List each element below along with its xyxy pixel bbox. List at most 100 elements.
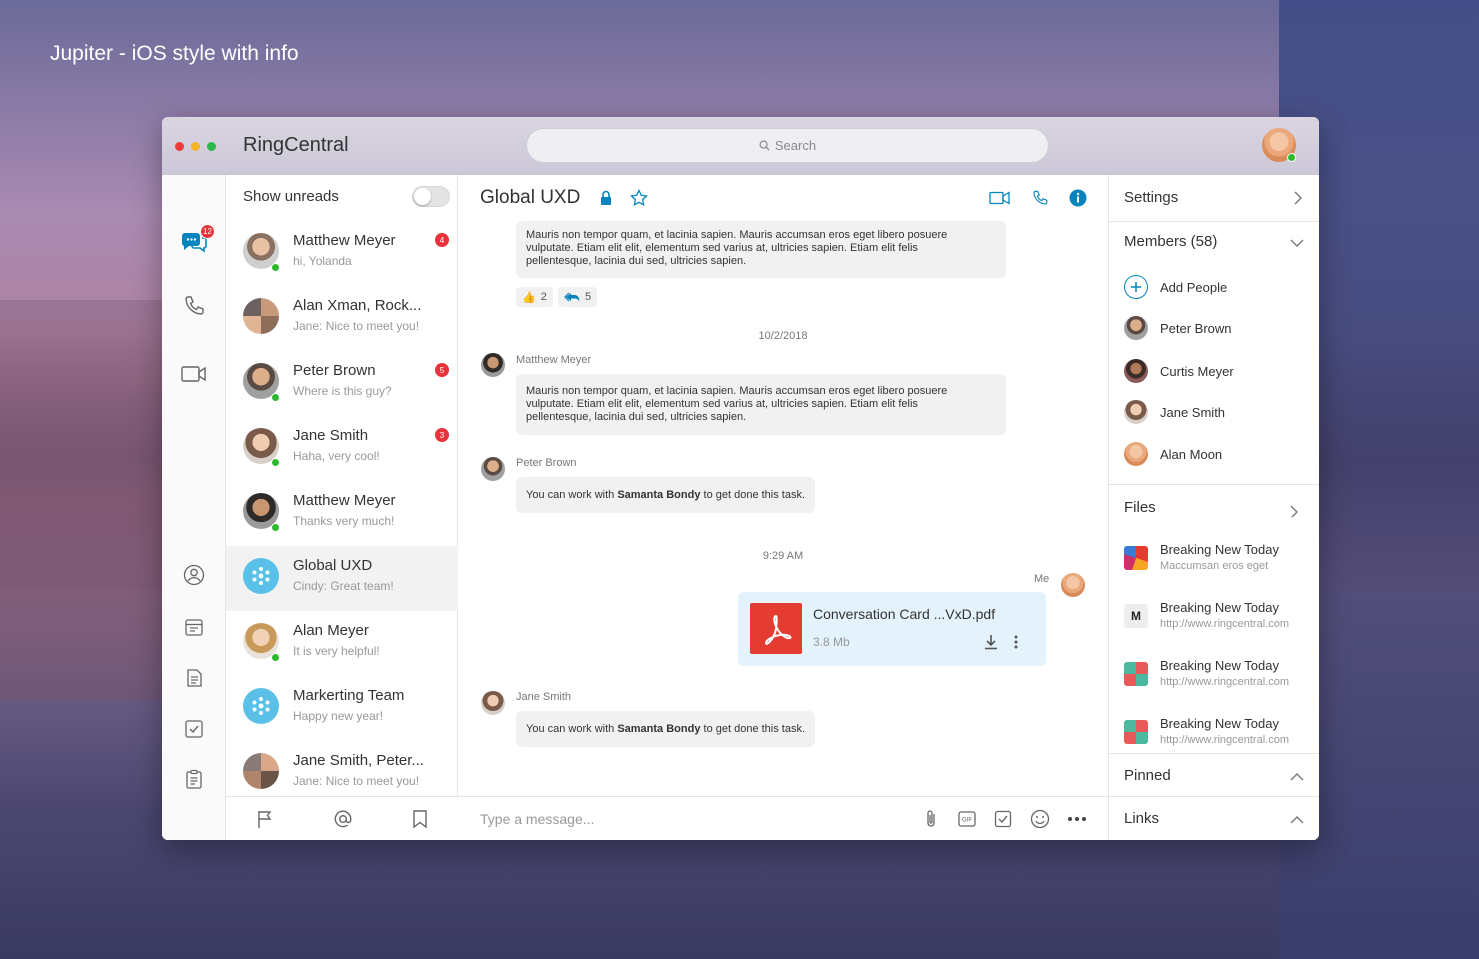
title-bar: RingCentral Search xyxy=(162,117,1319,175)
member-item[interactable]: Peter Brown xyxy=(1124,314,1314,342)
reply-all-icon xyxy=(564,292,580,302)
image-file-icon xyxy=(1124,546,1148,570)
chevron-down-icon[interactable] xyxy=(1289,501,1305,517)
conversation-list: Show unreads Matthew Meyer hi, Yolanda 4… xyxy=(226,175,458,840)
file-item[interactable]: Breaking New Today Maccumsan eros eget xyxy=(1124,540,1314,580)
conversation-name: Peter Brown xyxy=(293,362,376,379)
chevron-up-icon[interactable] xyxy=(1289,812,1305,828)
emoji-icon[interactable] xyxy=(1029,808,1051,830)
favorite-star-icon[interactable] xyxy=(627,187,651,209)
user-avatar[interactable] xyxy=(1262,128,1296,162)
sender-avatar xyxy=(481,353,505,377)
files-section-title[interactable]: Files xyxy=(1124,499,1156,516)
member-name: Jane Smith xyxy=(1160,405,1226,420)
conversation-preview: hi, Yolanda xyxy=(293,254,352,268)
app-link-icon xyxy=(1124,662,1148,686)
download-icon[interactable] xyxy=(984,634,998,655)
links-section-title[interactable]: Links xyxy=(1124,810,1159,827)
member-name: Curtis Meyer xyxy=(1160,364,1234,379)
info-icon[interactable] xyxy=(1066,187,1090,209)
file-item[interactable]: Breaking New Today http://www.ringcentra… xyxy=(1124,656,1314,696)
gif-icon[interactable]: GIF xyxy=(956,808,978,830)
team-icon xyxy=(243,558,279,594)
avatar xyxy=(1124,442,1148,466)
conversation-preview: Jane: Nice to meet you! xyxy=(293,774,420,788)
search-placeholder: Search xyxy=(774,138,817,153)
task-icon[interactable] xyxy=(992,808,1014,830)
reaction-reply[interactable]: 5 xyxy=(558,287,598,307)
file-item[interactable]: Breaking New Today http://www.ringcentra… xyxy=(1124,714,1314,754)
chat-panel: Global UXD Mauris non tempor quam, et la… xyxy=(458,175,1108,840)
sender-name: Peter Brown xyxy=(516,457,577,469)
tasks-icon[interactable] xyxy=(179,714,209,744)
conversation-item[interactable]: Alan Xman, Rock... Jane: Nice to meet yo… xyxy=(226,286,458,351)
bookmark-icon[interactable] xyxy=(412,809,428,829)
clipboard-icon[interactable] xyxy=(179,764,209,794)
file-name: Breaking New Today xyxy=(1160,600,1279,615)
group-avatar xyxy=(243,753,279,789)
mention-name[interactable]: Samanta Bondy xyxy=(617,723,700,735)
message-line: pellentesque, lacinia dui sed, ultricies… xyxy=(526,411,747,423)
mention-icon[interactable] xyxy=(333,809,353,829)
add-people-label: Add People xyxy=(1160,280,1228,295)
message-line: vulputate. Etiam elit elit, elementum se… xyxy=(526,242,918,254)
more-horizontal-icon[interactable] xyxy=(1066,808,1088,830)
settings-link[interactable]: Settings xyxy=(1124,189,1178,206)
reaction-count: 2 xyxy=(540,291,547,303)
message-line: Mauris non tempor quam, et lacinia sapie… xyxy=(526,229,948,241)
conversation-item-active[interactable]: Global UXD Cindy: Great team! xyxy=(226,546,458,611)
app-title: RingCentral xyxy=(243,134,349,156)
mention-name[interactable]: Samanta Bondy xyxy=(617,489,700,501)
phone-call-icon[interactable] xyxy=(1028,187,1052,209)
search-input[interactable]: Search xyxy=(526,128,1049,163)
chevron-up-icon[interactable] xyxy=(1289,769,1305,785)
conversation-item[interactable]: Matthew Meyer hi, Yolanda 4 xyxy=(226,221,458,286)
message-text: You can work with xyxy=(526,489,618,501)
unread-badge: 4 xyxy=(435,233,449,247)
maximize-window-button[interactable] xyxy=(207,142,216,151)
chevron-down-icon[interactable] xyxy=(1289,235,1305,251)
member-item[interactable]: Jane Smith xyxy=(1124,398,1314,426)
file-subtitle: http://www.ringcentral.com xyxy=(1160,676,1289,688)
flag-icon[interactable] xyxy=(256,809,274,829)
conversation-item[interactable]: Alan Meyer It is very helpful! xyxy=(226,611,458,676)
video-icon[interactable] xyxy=(179,359,209,389)
conversation-item[interactable]: Markerting Team Happy new year! xyxy=(226,676,458,741)
add-people-button[interactable]: Add People xyxy=(1124,273,1314,301)
phone-icon[interactable] xyxy=(179,291,209,321)
sender-name-me: Me xyxy=(1034,573,1050,585)
reaction-thumbs-up[interactable]: 👍 2 xyxy=(516,287,553,307)
window-controls xyxy=(175,142,216,151)
conversation-item[interactable]: Jane Smith Haha, very cool! 3 xyxy=(226,416,458,481)
conversation-name: Alan Meyer xyxy=(293,622,369,639)
file-subtitle: http://www.ringcentral.com xyxy=(1160,734,1289,746)
message-input[interactable]: Type a message... xyxy=(480,811,594,827)
divider xyxy=(1109,484,1319,485)
member-item[interactable]: Alan Moon xyxy=(1124,440,1314,468)
avatar xyxy=(1124,359,1148,383)
notes-icon[interactable] xyxy=(179,663,209,693)
show-unreads-toggle[interactable] xyxy=(412,186,450,207)
members-section-title[interactable]: Members (58) xyxy=(1124,233,1217,250)
file-name[interactable]: Conversation Card ...VxD.pdf xyxy=(813,606,995,622)
message-text: to get done this task. xyxy=(700,723,806,735)
avatar xyxy=(1124,400,1148,424)
file-item[interactable]: M Breaking New Today http://www.ringcent… xyxy=(1124,598,1314,638)
conversation-item[interactable]: Jane Smith, Peter... Jane: Nice to meet … xyxy=(226,741,458,796)
more-vertical-icon[interactable] xyxy=(1013,634,1019,655)
contacts-icon[interactable] xyxy=(179,560,209,590)
close-window-button[interactable] xyxy=(175,142,184,151)
file-subtitle: Maccumsan eros eget xyxy=(1160,560,1269,572)
video-call-icon[interactable] xyxy=(988,187,1012,209)
calendar-icon[interactable] xyxy=(179,612,209,642)
conversation-item[interactable]: Peter Brown Where is this guy? 5 xyxy=(226,351,458,416)
member-item[interactable]: Curtis Meyer xyxy=(1124,357,1314,385)
chevron-right-icon[interactable] xyxy=(1289,190,1305,206)
minimize-window-button[interactable] xyxy=(191,142,200,151)
attachment-icon[interactable] xyxy=(920,808,942,830)
conversation-item[interactable]: Matthew Meyer Thanks very much! xyxy=(226,481,458,546)
file-attachment-card[interactable]: Conversation Card ...VxD.pdf 3.8 Mb xyxy=(738,592,1046,666)
file-subtitle: http://www.ringcentral.com xyxy=(1160,618,1289,630)
pinned-section-title[interactable]: Pinned xyxy=(1124,767,1171,784)
online-indicator xyxy=(271,393,280,402)
